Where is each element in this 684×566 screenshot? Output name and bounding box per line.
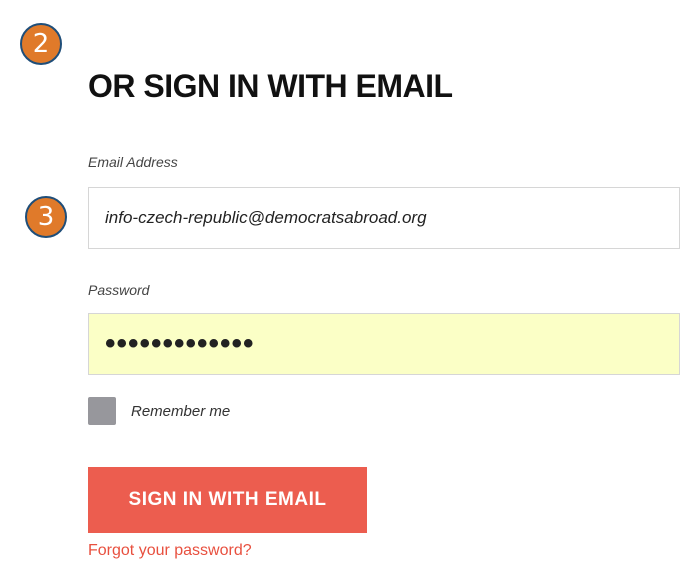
- email-value: info-czech-republic@democratsabroad.org: [105, 208, 427, 227]
- remember-me-label[interactable]: Remember me: [131, 403, 230, 420]
- step-2-badge: 2: [20, 23, 62, 65]
- step-3-badge: 3: [25, 196, 67, 238]
- password-label: Password: [88, 282, 150, 298]
- email-field[interactable]: info-czech-republic@democratsabroad.org: [88, 187, 680, 249]
- section-heading: OR SIGN IN WITH EMAIL: [88, 68, 453, 104]
- password-value: •••••••••••••: [105, 327, 255, 360]
- remember-me-checkbox[interactable]: [88, 397, 116, 425]
- sign-in-with-email-button[interactable]: SIGN IN WITH EMAIL: [88, 467, 367, 533]
- email-label: Email Address: [88, 154, 178, 170]
- password-field[interactable]: •••••••••••••: [88, 313, 680, 375]
- forgot-password-link[interactable]: Forgot your password?: [88, 542, 252, 560]
